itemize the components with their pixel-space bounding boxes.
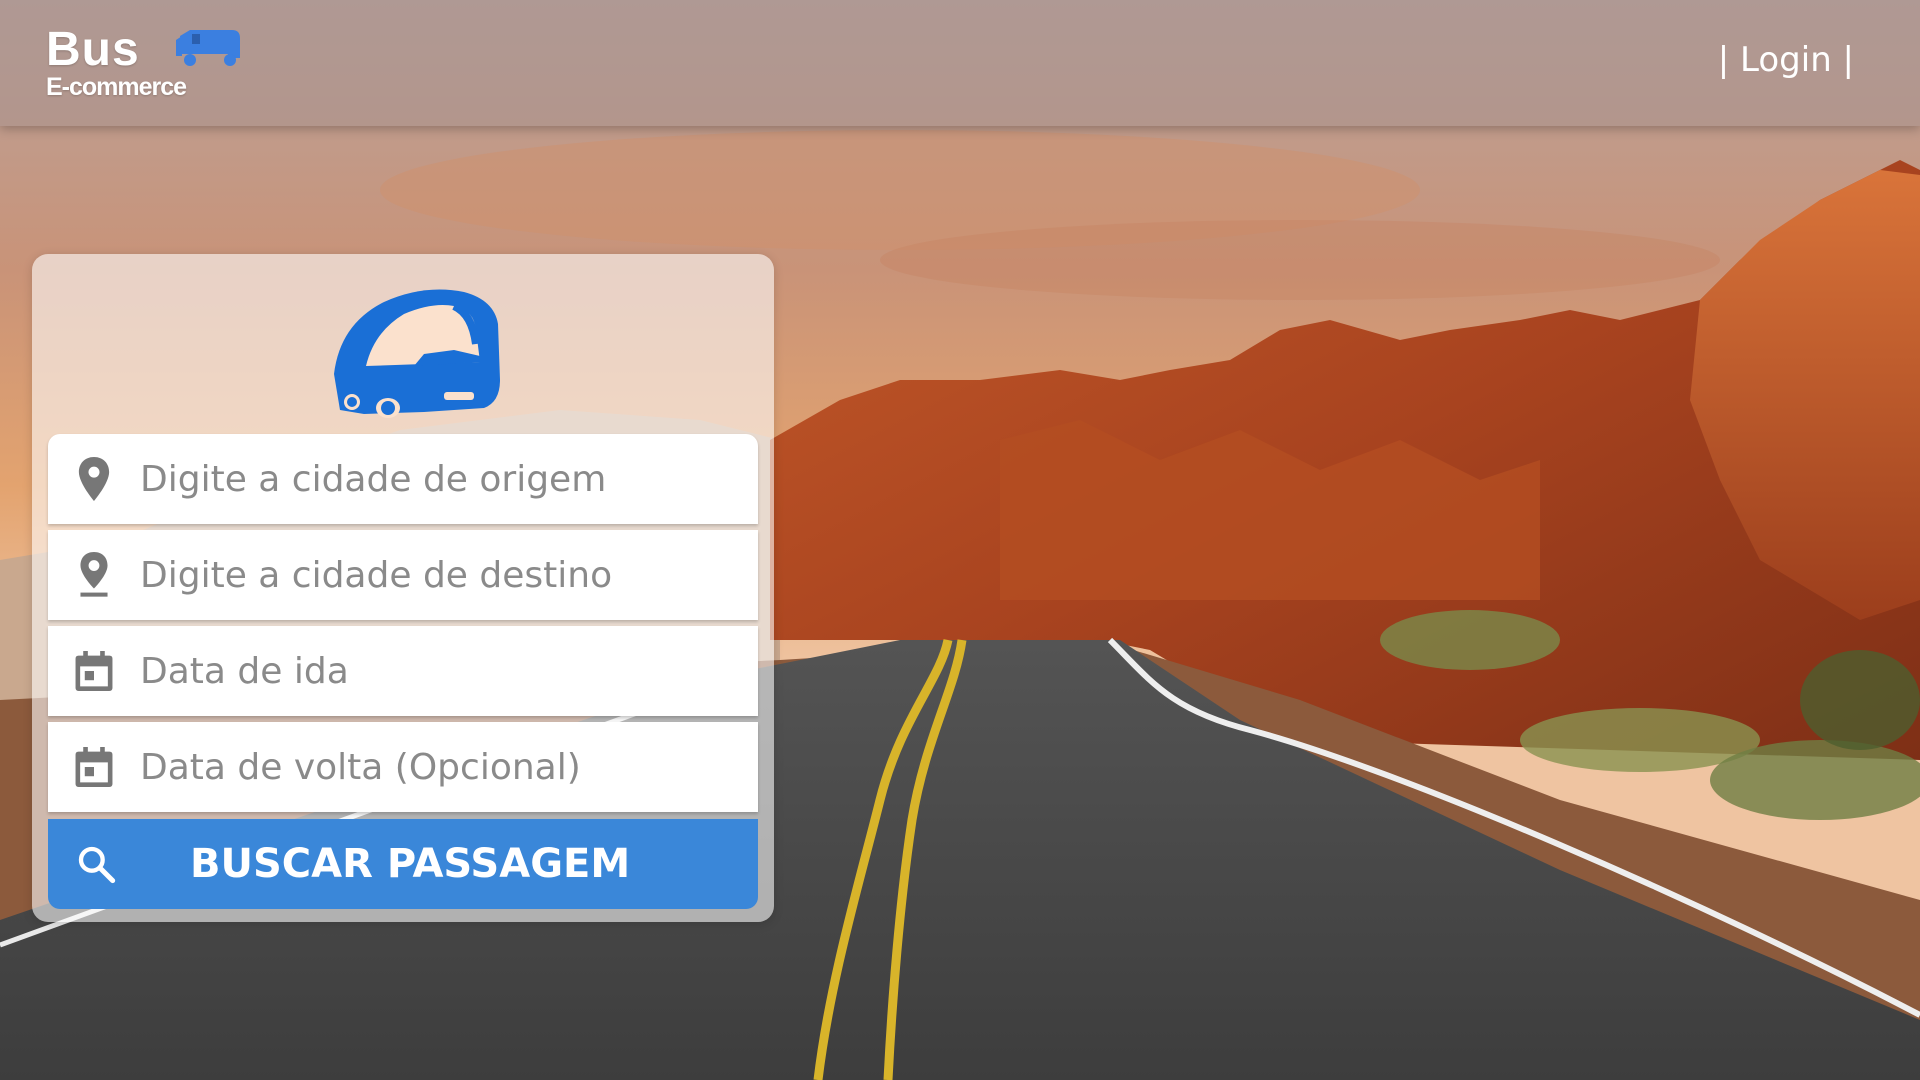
return-date-input[interactable] xyxy=(138,745,722,789)
search-panel: BUSCAR PASSAGEM xyxy=(32,254,774,922)
location-pin-icon xyxy=(68,453,120,505)
brand-logo[interactable]: Bus E-commerce xyxy=(46,23,240,104)
calendar-icon xyxy=(68,741,120,793)
bus-icon xyxy=(334,289,500,418)
destination-input[interactable] xyxy=(138,553,722,597)
login-link[interactable]: | Login | xyxy=(1718,40,1854,80)
departure-date-field[interactable] xyxy=(48,626,758,716)
search-icon xyxy=(70,838,122,890)
location-pin-icon xyxy=(68,549,120,601)
search-button-label: BUSCAR PASSAGEM xyxy=(190,841,631,887)
return-date-field[interactable] xyxy=(48,722,758,812)
departure-date-input[interactable] xyxy=(138,649,722,693)
destination-field[interactable] xyxy=(48,530,758,620)
calendar-icon xyxy=(68,645,120,697)
brand-name: Bus xyxy=(46,23,140,76)
top-header: Bus E-commerce | Login | xyxy=(0,0,1920,126)
truck-icon xyxy=(176,30,240,66)
origin-input[interactable] xyxy=(138,457,722,501)
origin-field[interactable] xyxy=(48,434,758,524)
search-button[interactable]: BUSCAR PASSAGEM xyxy=(48,819,758,909)
brand-tagline: E-commerce xyxy=(46,73,187,101)
